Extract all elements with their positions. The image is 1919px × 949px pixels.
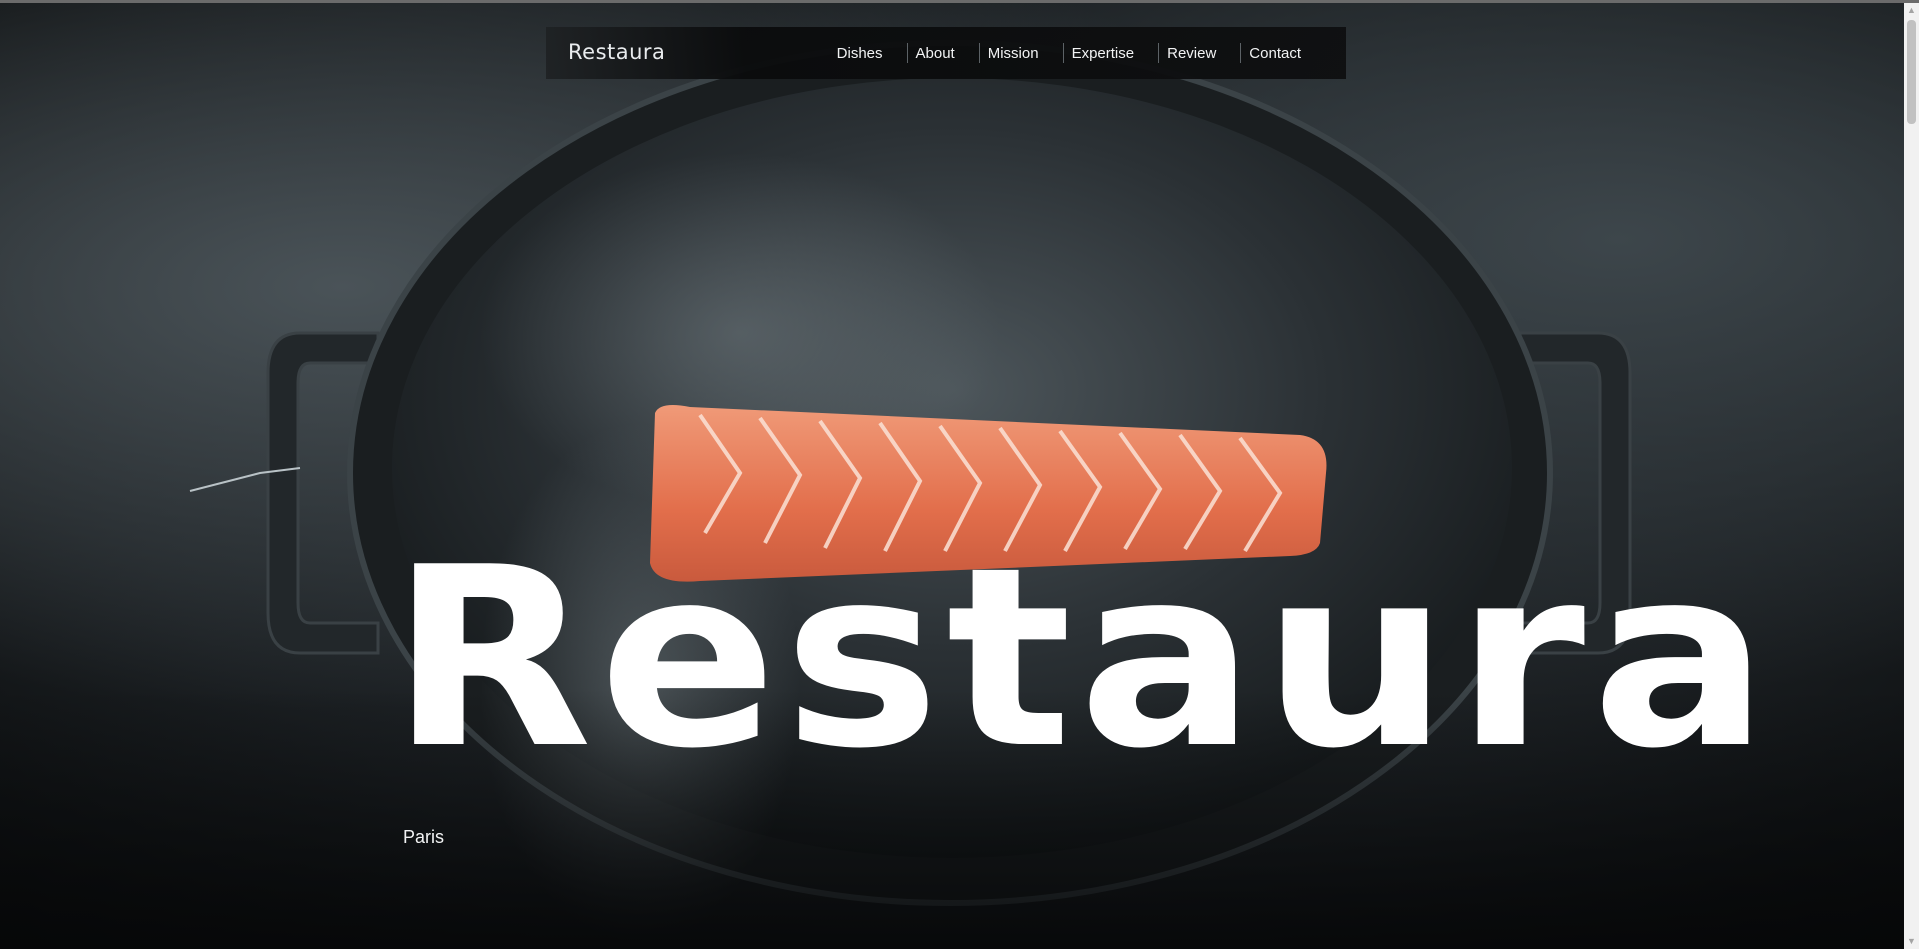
nav-item-mission: Mission [955, 43, 1039, 63]
hero-city: Paris [403, 827, 445, 847]
nav-links: Dishes About Mission Expertise Review Co… [837, 27, 1301, 79]
nav-item-review: Review [1134, 43, 1216, 63]
nav-item-about: About [883, 43, 955, 63]
nav-separator [906, 43, 908, 63]
nav-link-review[interactable]: Review [1167, 45, 1216, 62]
navbar: Restaura Dishes About Mission Expertise … [546, 27, 1346, 79]
nav-link-about[interactable]: About [916, 45, 955, 62]
hero-section [0, 3, 1904, 949]
nav-separator [1062, 43, 1064, 63]
scrollbar[interactable]: ▲ ▼ [1904, 3, 1919, 949]
hero-title: Restaura [390, 515, 1776, 803]
nav-link-expertise[interactable]: Expertise [1072, 45, 1135, 62]
scrollbar-thumb[interactable] [1907, 20, 1916, 124]
page: Restaura Dishes About Mission Expertise … [0, 0, 1919, 949]
nav-separator [1240, 43, 1242, 63]
nav-separator [978, 43, 980, 63]
triangle-down-icon[interactable]: ▼ [1904, 934, 1919, 949]
nav-link-dishes[interactable]: Dishes [837, 45, 883, 62]
nav-item-dishes: Dishes [837, 45, 883, 62]
triangle-up-icon[interactable]: ▲ [1904, 3, 1919, 18]
nav-link-mission[interactable]: Mission [988, 45, 1039, 62]
nav-item-expertise: Expertise [1039, 43, 1135, 63]
nav-separator [1158, 43, 1160, 63]
nav-link-contact[interactable]: Contact [1249, 45, 1301, 62]
nav-item-contact: Contact [1216, 43, 1301, 63]
logo[interactable]: Restaura [568, 40, 665, 64]
